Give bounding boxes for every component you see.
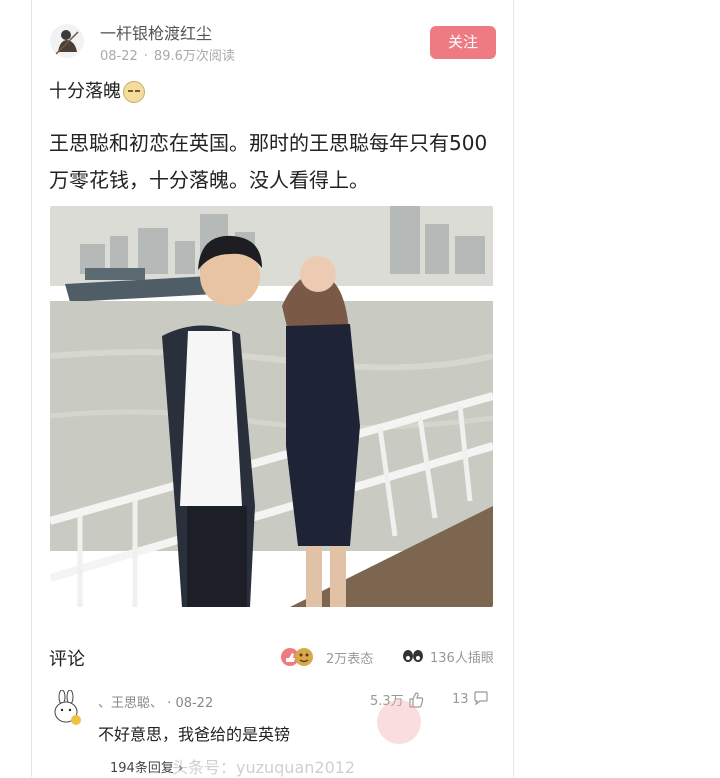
post-card: 一杆银枪渡红尘 08-22 · 89.6万次阅读 关注 十分落魄 王思聪和初恋在英国… — [31, 0, 514, 777]
comment-reply-button[interactable]: 13 — [452, 690, 489, 707]
reactions-count: 2万表态 — [326, 652, 374, 667]
commenter-avatar[interactable] — [50, 689, 82, 726]
eyes-icon[interactable] — [402, 648, 424, 664]
comment-meta-separator: · — [167, 696, 172, 711]
follow-button[interactable]: 关注 — [430, 26, 496, 59]
watermark-badge — [377, 700, 421, 744]
post-date: 08-22 — [100, 49, 138, 64]
eyes-count[interactable]: 136人插眼 — [430, 647, 494, 666]
author-avatar[interactable] — [50, 24, 84, 58]
reaction-emoji-icons — [281, 648, 313, 666]
post-title: 十分落魄 — [49, 77, 145, 103]
watermark-text: 头条号：yuzuquan2012 — [172, 758, 356, 777]
smirk-emoji-icon — [123, 81, 145, 103]
meta-separator: · — [143, 49, 148, 64]
reply-bubble-icon — [474, 691, 488, 706]
post-body: 王思聪和初恋在英国。那时的王思聪每年只有500万零花钱，十分落魄。没人看得上。 — [49, 131, 488, 192]
post-meta: 08-22 · 89.6万次阅读 — [100, 45, 241, 64]
comment-reply-count: 13 — [452, 692, 469, 707]
commenter-name[interactable]: 、王思聪、 — [98, 696, 163, 711]
post-photo[interactable] — [50, 206, 493, 607]
post-views: 89.6万次阅读 — [153, 49, 235, 64]
comments-label: 评论 — [49, 649, 85, 670]
post-title-text: 十分落魄 — [49, 81, 121, 102]
comment-meta: 、王思聪、 · 08-22 — [98, 692, 213, 711]
comment-date: 08-22 — [175, 696, 214, 711]
author-name[interactable]: 一杆银枪渡红尘 — [100, 20, 212, 44]
comment-text: 不好意思，我爸给的是英镑 — [98, 725, 291, 744]
